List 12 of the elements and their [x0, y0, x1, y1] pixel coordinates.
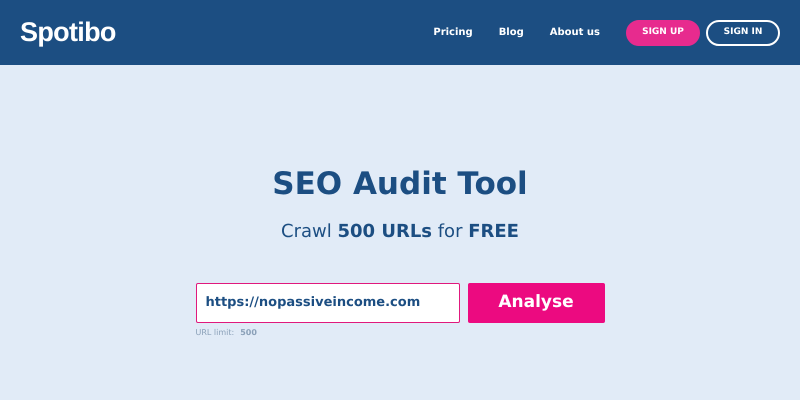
nav-link[interactable]: About us [550, 25, 600, 40]
header-button[interactable]: SIGN IN [706, 20, 780, 46]
nav-link[interactable]: Pricing [433, 25, 473, 40]
url-input-field[interactable]: https://nopassiveincome.com [196, 282, 460, 322]
analyse-button[interactable]: Analyse [468, 282, 604, 322]
limit-value: 500 [240, 326, 257, 338]
limit-label: URL limit: [196, 326, 234, 338]
logo[interactable]: Spotibo [20, 17, 116, 48]
subtitle: Crawl 500 URLs for FREE [281, 220, 519, 244]
page-title: SEO Audit Tool [272, 165, 528, 204]
header-button[interactable]: SIGN UP [626, 20, 700, 46]
nav-link[interactable]: Blog [498, 25, 524, 40]
